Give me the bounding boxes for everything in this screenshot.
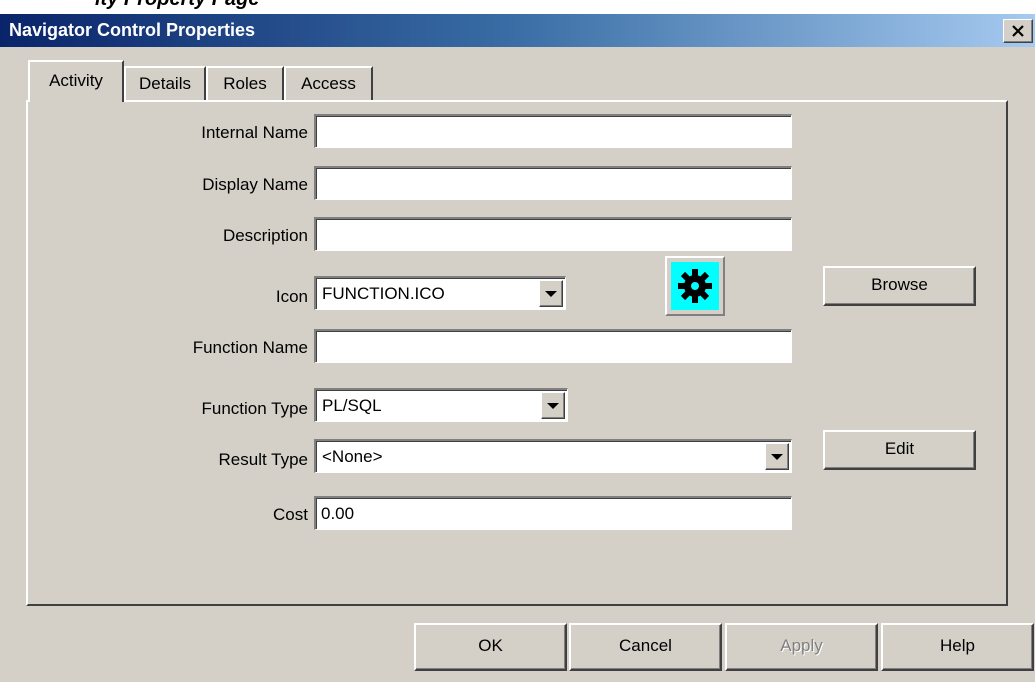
edit-button[interactable]: Edit: [823, 430, 976, 470]
help-button[interactable]: Help: [881, 623, 1034, 671]
dialog-window: ity Property Page Navigator Control Prop…: [0, 0, 1035, 682]
display-name-label: Display Name: [202, 175, 308, 194]
icon-select-value: FUNCTION.ICO: [322, 284, 445, 303]
gear-icon: [678, 269, 712, 303]
chevron-down-icon: [547, 403, 559, 409]
function-type-dropdown-button[interactable]: [541, 392, 565, 419]
result-type-select[interactable]: <None>: [314, 439, 792, 473]
function-type-select[interactable]: PL/SQL: [314, 388, 568, 422]
internal-name-field[interactable]: [314, 114, 792, 148]
result-type-dropdown-button[interactable]: [765, 443, 789, 470]
icon-preview-background: [671, 262, 719, 310]
browse-button[interactable]: Browse: [823, 266, 976, 306]
function-type-select-value: PL/SQL: [322, 396, 382, 415]
function-name-field[interactable]: [314, 329, 792, 363]
ok-button[interactable]: OK: [414, 623, 567, 671]
cost-field[interactable]: 0.00: [314, 496, 792, 530]
display-name-field[interactable]: [314, 166, 792, 200]
activity-form: Internal Name Display Name Description I…: [0, 0, 1035, 682]
icon-select[interactable]: FUNCTION.ICO: [314, 276, 566, 310]
result-type-label: Result Type: [218, 450, 308, 469]
chevron-down-icon: [771, 454, 783, 460]
function-type-label: Function Type: [201, 399, 308, 418]
cost-label: Cost: [273, 505, 308, 524]
apply-button: Apply: [725, 623, 878, 671]
chevron-down-icon: [545, 291, 557, 297]
icon-select-dropdown-button[interactable]: [539, 280, 563, 307]
cancel-button[interactable]: Cancel: [569, 623, 722, 671]
icon-preview: [665, 256, 725, 316]
description-label: Description: [222, 226, 308, 245]
function-name-label: Function Name: [192, 338, 308, 357]
icon-label: Icon: [275, 287, 308, 306]
result-type-select-value: <None>: [322, 447, 383, 466]
internal-name-label: Internal Name: [201, 123, 308, 142]
description-field[interactable]: [314, 217, 792, 251]
